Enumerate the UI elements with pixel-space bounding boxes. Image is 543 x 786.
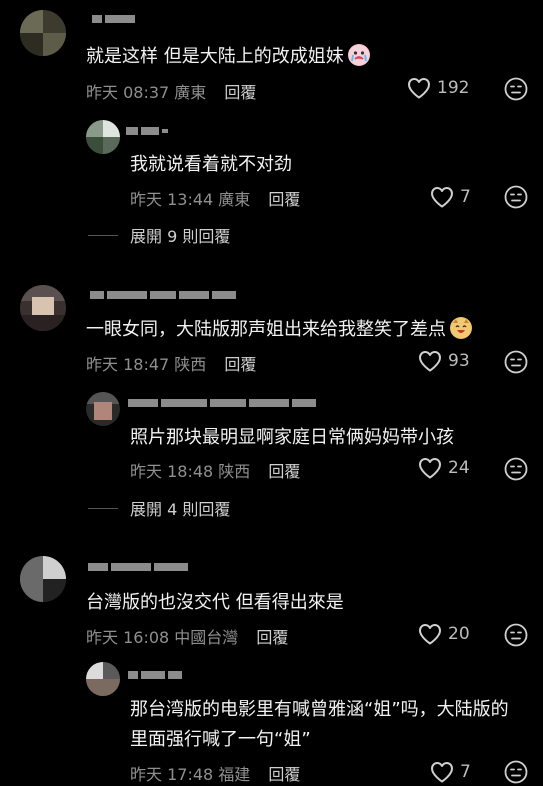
username-blurred[interactable] xyxy=(128,396,316,410)
username-blurred[interactable] xyxy=(90,288,236,302)
comment-time: 昨天 08:37 xyxy=(86,83,170,102)
laughing-dog-emoji-icon xyxy=(450,317,472,339)
expand-replies-button[interactable]: 展開 4 則回覆 xyxy=(88,496,230,520)
neutral-face-icon[interactable] xyxy=(504,185,528,209)
like-count: 20 xyxy=(448,624,470,644)
reply-button[interactable]: 回覆 xyxy=(256,624,288,648)
reply-time: 昨天 13:44 xyxy=(130,190,214,209)
avatar[interactable] xyxy=(20,285,66,331)
like-count: 7 xyxy=(460,187,471,207)
like-button[interactable]: 7 xyxy=(430,761,471,783)
like-button[interactable]: 20 xyxy=(418,623,470,645)
like-count: 7 xyxy=(460,762,471,782)
comment-text: 台灣版的也沒交代 但看得出來是 xyxy=(86,592,344,613)
heart-outline-icon xyxy=(430,761,454,783)
reply-button[interactable]: 回覆 xyxy=(268,761,300,785)
like-button[interactable]: 192 xyxy=(407,77,469,99)
reply-meta: 昨天 18:48 陕西 回覆 xyxy=(130,458,300,482)
reply-button[interactable]: 回覆 xyxy=(224,351,256,375)
comment-location: 中國台灣 xyxy=(174,628,239,647)
comment-meta: 昨天 08:37 廣東 回覆 xyxy=(86,79,256,103)
like-count: 93 xyxy=(448,351,470,371)
reply-button[interactable]: 回覆 xyxy=(224,79,256,103)
username-blurred[interactable] xyxy=(92,12,135,26)
reply-button[interactable]: 回覆 xyxy=(268,186,300,210)
divider xyxy=(88,234,118,236)
username-blurred[interactable] xyxy=(88,560,188,574)
comment-meta: 昨天 16:08 中國台灣 回覆 xyxy=(86,624,288,648)
comment-text-content: 就是这样 但是大陆上的改成姐妹 xyxy=(86,46,344,67)
expand-replies-button[interactable]: 展開 9 則回覆 xyxy=(88,223,230,247)
reply-time: 昨天 17:48 xyxy=(130,765,214,784)
neutral-face-icon[interactable] xyxy=(504,77,528,101)
crying-emoji-icon xyxy=(347,44,370,66)
comment-text: 一眼女同，大陆版那声姐出来给我整笑了差点 xyxy=(86,316,472,343)
reply-button[interactable]: 回覆 xyxy=(268,458,300,482)
like-count: 192 xyxy=(437,78,470,98)
divider xyxy=(88,507,118,509)
comment-time: 昨天 16:08 xyxy=(86,628,170,647)
expand-replies-label: 展開 4 則回覆 xyxy=(130,500,231,519)
comment-time: 昨天 18:47 xyxy=(86,355,170,374)
avatar[interactable] xyxy=(20,556,66,602)
comment-location: 廣東 xyxy=(174,83,207,102)
heart-outline-icon xyxy=(418,350,442,372)
reply-time: 昨天 18:48 xyxy=(130,462,214,481)
reply-location: 福建 xyxy=(218,765,251,784)
heart-outline-icon xyxy=(407,77,431,99)
heart-outline-icon xyxy=(430,186,454,208)
comment-text-content: 一眼女同，大陆版那声姐出来给我整笑了差点 xyxy=(86,319,446,340)
like-button[interactable]: 93 xyxy=(418,350,470,372)
neutral-face-icon[interactable] xyxy=(504,457,528,481)
username-blurred[interactable] xyxy=(128,668,182,682)
like-button[interactable]: 7 xyxy=(430,186,471,208)
reply-text: 照片那块最明显啊家庭日常俩妈妈带小孩 xyxy=(130,427,454,448)
neutral-face-icon[interactable] xyxy=(504,760,528,784)
reply-location: 廣東 xyxy=(218,190,251,209)
reply-meta: 昨天 13:44 廣東 回覆 xyxy=(130,186,300,210)
avatar[interactable] xyxy=(86,120,120,154)
expand-replies-label: 展開 9 則回覆 xyxy=(130,227,231,246)
reply-text: 我就说看着就不对劲 xyxy=(130,154,292,175)
heart-outline-icon xyxy=(418,457,442,479)
like-count: 24 xyxy=(448,458,470,478)
avatar[interactable] xyxy=(86,392,120,426)
like-button[interactable]: 24 xyxy=(418,457,470,479)
username-blurred[interactable] xyxy=(126,124,168,138)
reply-text-line: 里面强行喊了一句“姐” xyxy=(130,729,311,750)
avatar[interactable] xyxy=(86,662,120,696)
comment-location: 陕西 xyxy=(174,355,207,374)
neutral-face-icon[interactable] xyxy=(504,623,528,647)
neutral-face-icon[interactable] xyxy=(504,350,528,374)
avatar[interactable] xyxy=(20,10,66,56)
reply-location: 陕西 xyxy=(218,462,251,481)
reply-text: 那台湾版的电影里有喊曾雅涵“姐”吗，大陆版的 里面强行喊了一句“姐” xyxy=(130,696,509,753)
heart-outline-icon xyxy=(418,623,442,645)
reply-text-line: 那台湾版的电影里有喊曾雅涵“姐”吗，大陆版的 xyxy=(130,699,509,720)
reply-meta: 昨天 17:48 福建 回覆 xyxy=(130,761,300,785)
comment-meta: 昨天 18:47 陕西 回覆 xyxy=(86,351,256,375)
comment-text: 就是这样 但是大陆上的改成姐妹 xyxy=(86,43,370,70)
